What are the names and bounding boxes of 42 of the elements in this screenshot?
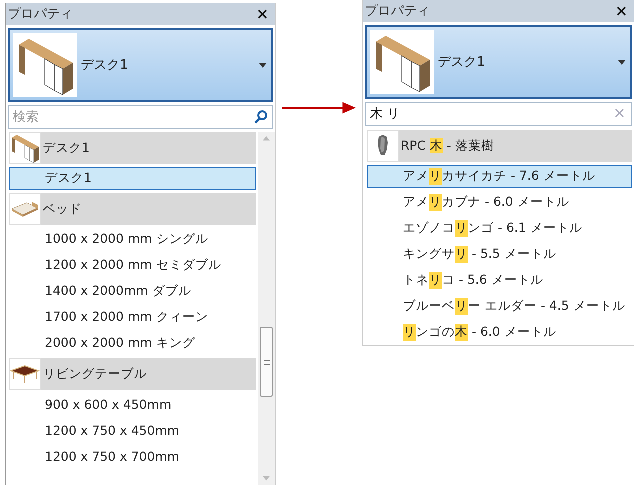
scroll-thumb[interactable] [260,327,273,397]
scroll-up-icon[interactable] [263,136,270,141]
type-list-item[interactable]: アメ リ カサイカチ - 7.6 メートル [367,165,632,188]
type-list-item[interactable]: 1200 x 750 x 450mm [9,419,256,442]
type-selector[interactable]: デスク1 [8,28,273,102]
type-name: デスク1 [81,57,130,74]
type-list-item[interactable]: ブルーベ リ ー エルダー - 4.5 メートル [367,295,632,318]
family-name: デスク1 [43,140,90,156]
family-header[interactable]: ベッド [9,193,256,225]
panel-title: プロパティ [8,6,73,23]
scrollbar[interactable] [258,132,275,485]
caret-icon [618,60,626,64]
type-list-item[interactable]: 2000 x 2000 mm キング [9,332,256,355]
type-list-item[interactable]: リ ンゴの木 - 6.0 メートル [367,321,632,344]
type-selector[interactable]: デスク1 [365,25,632,99]
type-list-item[interactable]: デスク1 [9,167,256,190]
type-name: デスク1 [438,54,486,71]
type-list-item[interactable]: エゾノコ リ ンゴ - 6.1 メートル [367,217,632,240]
type-list-item[interactable]: キングサ リ - 5.5 メートル [367,243,632,266]
type-list-item[interactable]: 1200 x 750 x 700mm [9,445,256,468]
type-list-item[interactable]: 1700 x 2000 mm クィーン [9,306,256,329]
family-name: ベッド [43,200,82,218]
type-list-item[interactable]: トネ リ コ - 5.6 メートル [367,269,632,292]
close-button[interactable]: × [254,6,271,22]
search-field[interactable]: 検索 [8,105,273,129]
right-arrow-icon [282,101,356,115]
desk-thumbnail-icon [10,133,40,163]
type-list-item[interactable]: 1400 x 2000mm ダブル [9,280,256,303]
search-icon [254,110,268,124]
type-list-item[interactable]: 1000 x 2000 mm シングル [9,228,256,251]
type-list-item[interactable]: 900 x 600 x 450mm [9,393,256,416]
family-header[interactable]: リビングテーブル [9,358,256,390]
caret-icon [259,62,267,68]
type-list-item[interactable]: アメ リ カブナ - 6.0 メートル [367,191,632,214]
family-header[interactable]: RPC 木 - 落葉樹 [367,130,632,162]
type-list-item[interactable]: 1200 x 2000 mm セミダブル [9,254,256,277]
scroll-down-icon[interactable] [263,476,270,481]
family-header[interactable]: デスク1 [9,132,256,164]
family-name: リビングテーブル [43,366,147,382]
panel-title: プロパティ [365,3,430,20]
family-name: RPC 木 - 落葉樹 [401,138,494,154]
close-button[interactable]: × [613,4,630,18]
